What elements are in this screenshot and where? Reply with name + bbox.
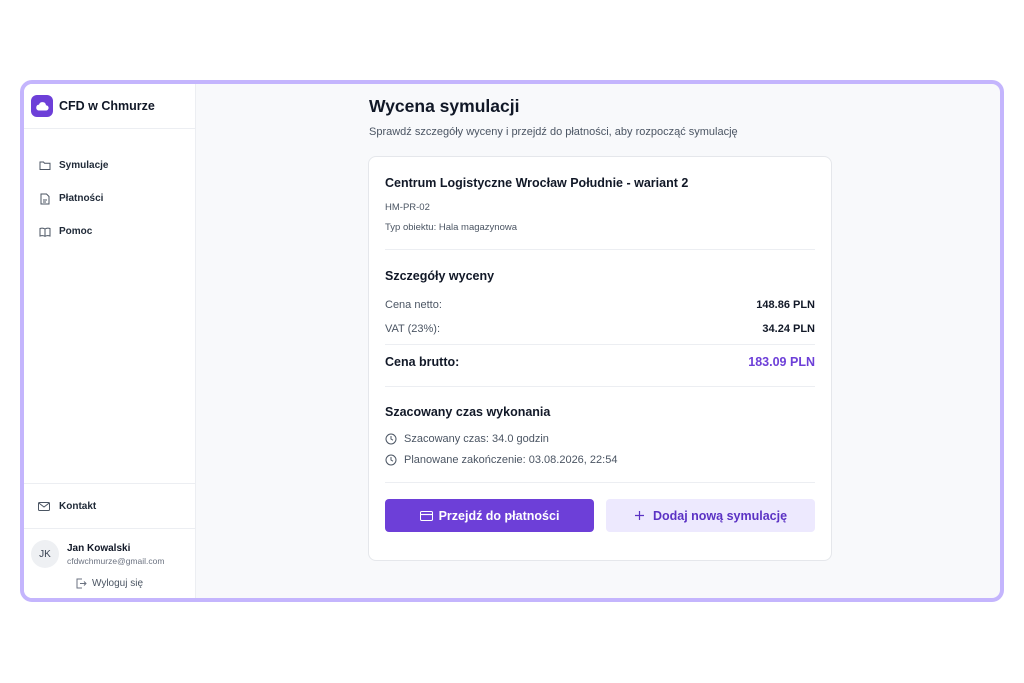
gross-price-value: 183.09 PLN [748, 355, 815, 369]
sidebar: CFD w Chmurze Symulacje Płatności Pomoc [24, 84, 196, 598]
user-profile: JK Jan Kowalski cfdwchmurze@gmail.com [24, 529, 195, 568]
quote-card: Centrum Logistyczne Wrocław Południe - w… [368, 156, 832, 561]
cloud-icon [31, 95, 53, 117]
book-icon [38, 225, 51, 238]
sidebar-item-pomoc[interactable]: Pomoc [24, 215, 195, 248]
actions: Przejdź do płatności Dodaj nową symulacj… [385, 499, 815, 532]
object-code: HM-PR-02 [385, 202, 430, 213]
contact-label: Kontakt [59, 500, 97, 512]
sidebar-item-label: Pomoc [59, 226, 93, 237]
document-icon [38, 192, 51, 205]
credit-card-icon [419, 509, 433, 522]
vat-row: VAT (23%): 34.24 PLN [385, 323, 815, 335]
brand[interactable]: CFD w Chmurze [24, 84, 195, 129]
pricing-title: Szczegóły wyceny [385, 269, 495, 283]
logout-label: Wyloguj się [91, 577, 144, 589]
plus-icon [634, 509, 647, 522]
folder-icon [38, 159, 51, 172]
logout-button[interactable]: Wyloguj się [24, 568, 195, 598]
sidebar-item-label: Symulacje [59, 160, 109, 171]
clock-icon [385, 454, 397, 466]
divider [385, 344, 815, 345]
main-content: Wycena symulacji Sprawdź szczegóły wycen… [196, 84, 1000, 598]
duration-row: Szacowany czas: 34.0 godzin [385, 433, 815, 445]
sidebar-footer: Kontakt JK Jan Kowalski cfdwchmurze@gmai… [24, 483, 195, 598]
mail-icon [38, 500, 51, 513]
net-price-row: Cena netto: 148.86 PLN [385, 299, 815, 311]
page-title: Wycena symulacji [369, 96, 520, 116]
net-price-value: 148.86 PLN [756, 299, 815, 311]
clock-icon [385, 433, 397, 445]
object-type: Typ obiektu: Hala magazynowa [385, 222, 518, 233]
duration-text: Szacowany czas: 34.0 godzin [404, 433, 549, 445]
sidebar-item-label: Płatności [59, 193, 104, 204]
sidebar-item-kontakt[interactable]: Kontakt [24, 483, 195, 529]
add-simulation-button[interactable]: Dodaj nową symulację [606, 499, 815, 532]
user-email: cfdwchmurze@gmail.com [67, 555, 165, 566]
user-name: Jan Kowalski [67, 542, 131, 554]
net-price-label: Cena netto: [385, 299, 442, 311]
object-name: Centrum Logistyczne Wrocław Południe - w… [385, 176, 689, 190]
add-simulation-label: Dodaj nową symulację [652, 508, 788, 523]
divider [385, 386, 815, 387]
sidebar-item-symulacje[interactable]: Symulacje [24, 149, 195, 182]
completion-row: Planowane zakończenie: 03.08.2026, 22:54 [385, 454, 815, 466]
gross-price-label: Cena brutto: [385, 355, 460, 369]
divider [385, 482, 815, 483]
gross-price-row: Cena brutto: 183.09 PLN [385, 355, 815, 369]
sidebar-nav: Symulacje Płatności Pomoc [24, 129, 195, 248]
avatar: JK [31, 540, 59, 568]
divider [385, 249, 815, 250]
vat-label: VAT (23%): [385, 323, 441, 335]
brand-name: CFD w Chmurze [59, 99, 155, 113]
sidebar-item-platnosci[interactable]: Płatności [24, 182, 195, 215]
logout-icon [76, 578, 87, 589]
vat-value: 34.24 PLN [762, 323, 815, 335]
app-window: CFD w Chmurze Symulacje Płatności Pomoc [20, 80, 1004, 602]
pay-button-label: Przejdź do płatności [438, 508, 560, 523]
pay-button[interactable]: Przejdź do płatności [385, 499, 594, 532]
estimate-title: Szacowany czas wykonania [385, 405, 551, 419]
page-subtitle: Sprawdź szczegóły wyceny i przejdź do pł… [369, 126, 738, 138]
completion-text: Planowane zakończenie: 03.08.2026, 22:54 [404, 454, 618, 466]
